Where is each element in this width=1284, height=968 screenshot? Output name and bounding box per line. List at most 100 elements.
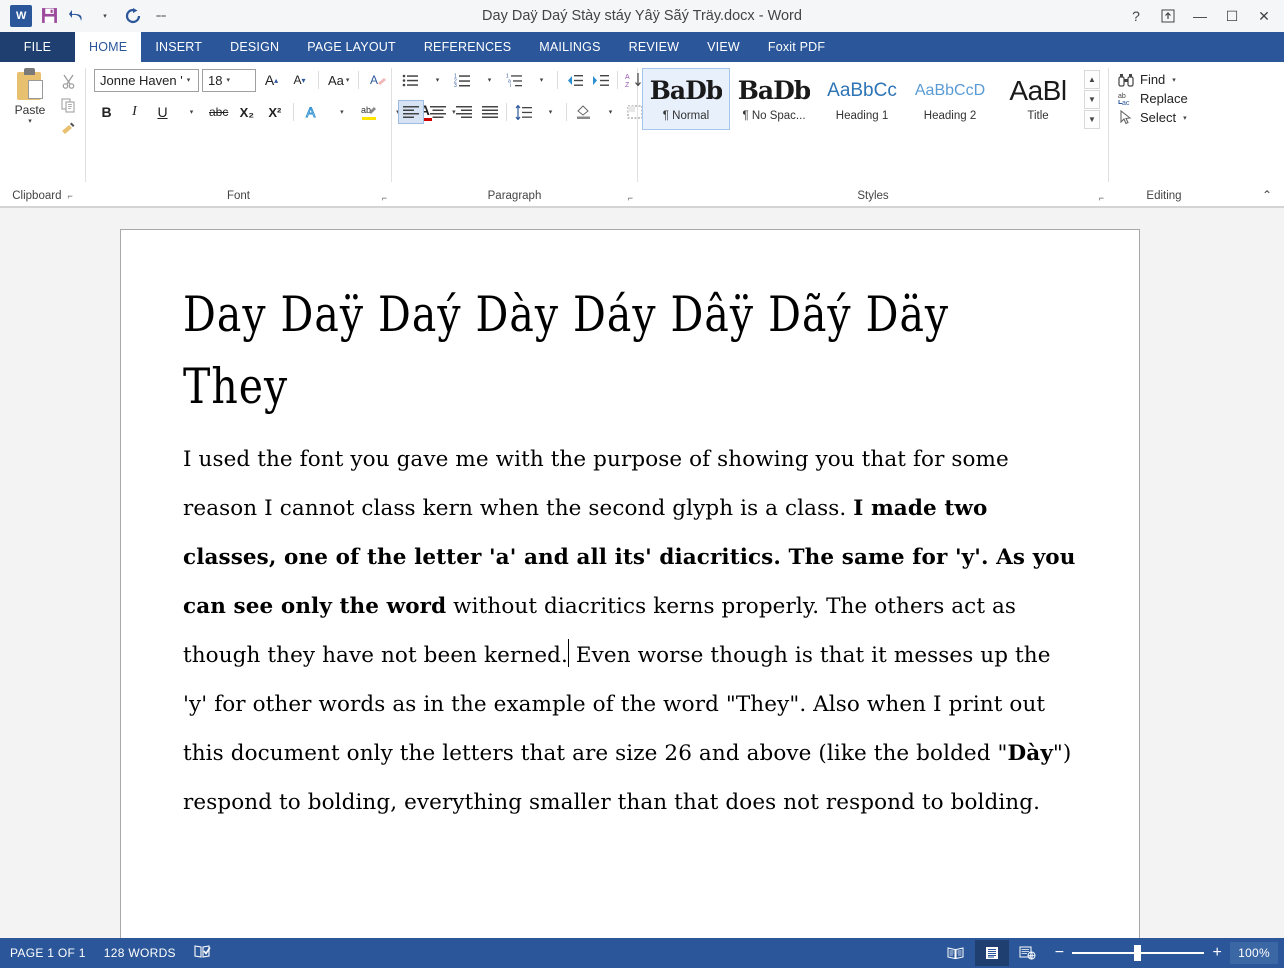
tab-design[interactable]: DESIGN bbox=[216, 32, 293, 62]
underline-dropdown-icon[interactable]: ▾ bbox=[178, 100, 203, 124]
subscript-button[interactable]: X₂ bbox=[234, 100, 259, 124]
save-icon[interactable] bbox=[36, 4, 62, 28]
tab-review[interactable]: REVIEW bbox=[615, 32, 694, 62]
svg-text:A: A bbox=[370, 73, 378, 87]
shrink-font-button[interactable]: A▾ bbox=[287, 68, 312, 92]
minimize-icon[interactable]: — bbox=[1184, 2, 1216, 30]
document-page[interactable]: Day Daÿ Daý Dày Dáy Dâÿ Dãý Däy They I u… bbox=[120, 229, 1140, 938]
subscript-label: X₂ bbox=[240, 105, 254, 120]
styles-more-icon[interactable]: ▼ bbox=[1084, 110, 1100, 129]
underline-button[interactable]: U bbox=[150, 100, 175, 124]
style-no-spac[interactable]: BaDb¶ No Spac... bbox=[730, 68, 818, 130]
font-name-combo[interactable]: Jonne Haven ' ▾ bbox=[94, 69, 199, 92]
font-size-combo[interactable]: 18 ▾ bbox=[202, 69, 256, 92]
increase-indent-button[interactable] bbox=[588, 68, 613, 92]
bullets-dropdown-icon[interactable]: ▾ bbox=[424, 68, 449, 92]
numbering-button[interactable]: 123 bbox=[450, 68, 475, 92]
tab-file[interactable]: FILE bbox=[0, 32, 75, 62]
help-icon[interactable]: ? bbox=[1120, 2, 1152, 30]
title-bar: W ▾ ⩵ Day Daÿ Daý Stày stáy Yâÿ Sãý Träy… bbox=[0, 0, 1284, 32]
paste-button[interactable]: Paste ▾ bbox=[6, 68, 54, 140]
tab-insert[interactable]: INSERT bbox=[141, 32, 216, 62]
font-name-chevron-down-icon[interactable]: ▾ bbox=[183, 76, 195, 84]
strikethrough-button[interactable]: abc bbox=[206, 100, 231, 124]
tab-mailings[interactable]: MAILINGS bbox=[525, 32, 614, 62]
clipboard-dialog-launcher[interactable]: ⌐ bbox=[67, 191, 72, 201]
customize-qat-icon[interactable]: ⩵ bbox=[148, 4, 174, 28]
italic-button[interactable]: I bbox=[122, 100, 147, 124]
undo-dropdown-icon[interactable]: ▾ bbox=[92, 4, 118, 28]
tab-references[interactable]: REFERENCES bbox=[410, 32, 525, 62]
document-body[interactable]: I used the font you gave me with the pur… bbox=[183, 435, 1077, 827]
copy-icon[interactable] bbox=[56, 94, 80, 116]
align-center-button[interactable] bbox=[425, 100, 450, 124]
text-effects-dropdown-icon[interactable]: ▾ bbox=[328, 100, 353, 124]
replace-button[interactable]: abac Replace bbox=[1109, 89, 1188, 108]
justify-button[interactable] bbox=[477, 100, 502, 124]
paragraph-dialog-launcher[interactable]: ⌐ bbox=[628, 193, 633, 203]
group-font: Jonne Haven ' ▾ 18 ▾ A▴ A▾ Aa▾ A bbox=[86, 62, 391, 207]
align-right-button[interactable] bbox=[451, 100, 476, 124]
maximize-icon[interactable]: ☐ bbox=[1216, 2, 1248, 30]
style-heading-1[interactable]: AaBbCcHeading 1 bbox=[818, 68, 906, 130]
line-spacing-button[interactable] bbox=[511, 100, 536, 124]
align-left-button[interactable] bbox=[398, 100, 424, 124]
read-mode-button[interactable] bbox=[939, 940, 973, 966]
web-layout-button[interactable] bbox=[1011, 940, 1045, 966]
find-dropdown-icon[interactable]: ▾ bbox=[1172, 76, 1176, 84]
line-spacing-dropdown-icon[interactable]: ▾ bbox=[537, 100, 562, 124]
numbering-dropdown-icon[interactable]: ▾ bbox=[476, 68, 501, 92]
select-button[interactable]: Select ▾ bbox=[1109, 108, 1187, 127]
tab-foxit-pdf[interactable]: Foxit PDF bbox=[754, 32, 839, 62]
zoom-slider[interactable] bbox=[1072, 952, 1204, 954]
zoom-in-button[interactable]: + bbox=[1212, 945, 1222, 961]
undo-icon[interactable] bbox=[64, 4, 90, 28]
shading-button[interactable] bbox=[571, 100, 596, 124]
print-layout-button[interactable] bbox=[975, 940, 1009, 966]
proofing-errors-icon[interactable] bbox=[194, 944, 212, 962]
select-dropdown-icon[interactable]: ▾ bbox=[1183, 114, 1187, 122]
binoculars-icon bbox=[1117, 73, 1135, 87]
style-heading-2[interactable]: AaBbCcDHeading 2 bbox=[906, 68, 994, 130]
collapse-ribbon-icon[interactable]: ⌃ bbox=[1262, 188, 1272, 202]
styles-dialog-launcher[interactable]: ⌐ bbox=[1099, 193, 1104, 203]
cut-icon[interactable] bbox=[56, 70, 80, 92]
bullets-button[interactable] bbox=[398, 68, 423, 92]
style-title[interactable]: AaBlTitle bbox=[994, 68, 1082, 130]
zoom-out-button[interactable]: − bbox=[1055, 945, 1065, 961]
decrease-indent-button[interactable] bbox=[562, 68, 587, 92]
word-app-icon[interactable]: W bbox=[8, 4, 34, 28]
word-count[interactable]: 128 WORDS bbox=[104, 946, 176, 960]
font-size-chevron-down-icon[interactable]: ▾ bbox=[222, 76, 234, 84]
tab-view[interactable]: VIEW bbox=[693, 32, 754, 62]
format-painter-icon[interactable] bbox=[56, 118, 80, 140]
text-effects-button[interactable]: A bbox=[300, 100, 325, 124]
tab-home[interactable]: HOME bbox=[75, 32, 141, 62]
paste-dropdown-icon[interactable]: ▾ bbox=[28, 118, 32, 126]
zoom-level-button[interactable]: 100% bbox=[1230, 942, 1278, 964]
page-indicator[interactable]: PAGE 1 OF 1 bbox=[10, 946, 86, 960]
multilevel-list-button[interactable]: 1ai bbox=[502, 68, 527, 92]
change-case-label: Aa bbox=[328, 73, 344, 88]
style-normal[interactable]: BaDb¶ Normal bbox=[642, 68, 730, 130]
superscript-button[interactable]: X² bbox=[262, 100, 287, 124]
zoom-slider-thumb[interactable] bbox=[1134, 945, 1141, 961]
styles-scroll-down-icon[interactable]: ▼ bbox=[1084, 90, 1100, 109]
grow-font-button[interactable]: A▴ bbox=[259, 68, 284, 92]
font-dialog-launcher[interactable]: ⌐ bbox=[382, 193, 387, 203]
redo-icon[interactable] bbox=[120, 4, 146, 28]
ribbon-display-options-icon[interactable] bbox=[1152, 2, 1184, 30]
replace-icon: abac bbox=[1117, 91, 1135, 106]
highlight-button[interactable]: ab bbox=[356, 100, 381, 124]
styles-scroll-buttons: ▲ ▼ ▼ bbox=[1084, 68, 1100, 130]
clipboard-label-text: Clipboard bbox=[12, 190, 61, 202]
styles-scroll-up-icon[interactable]: ▲ bbox=[1084, 70, 1100, 89]
find-button[interactable]: Find ▾ bbox=[1109, 70, 1176, 89]
shading-dropdown-icon[interactable]: ▾ bbox=[597, 100, 622, 124]
change-case-button[interactable]: Aa▾ bbox=[325, 68, 352, 92]
clear-formatting-button[interactable]: A bbox=[365, 68, 390, 92]
close-icon[interactable]: ✕ bbox=[1248, 2, 1280, 30]
tab-page-layout[interactable]: PAGE LAYOUT bbox=[293, 32, 410, 62]
bold-button[interactable]: B bbox=[94, 100, 119, 124]
multilevel-dropdown-icon[interactable]: ▾ bbox=[528, 68, 553, 92]
